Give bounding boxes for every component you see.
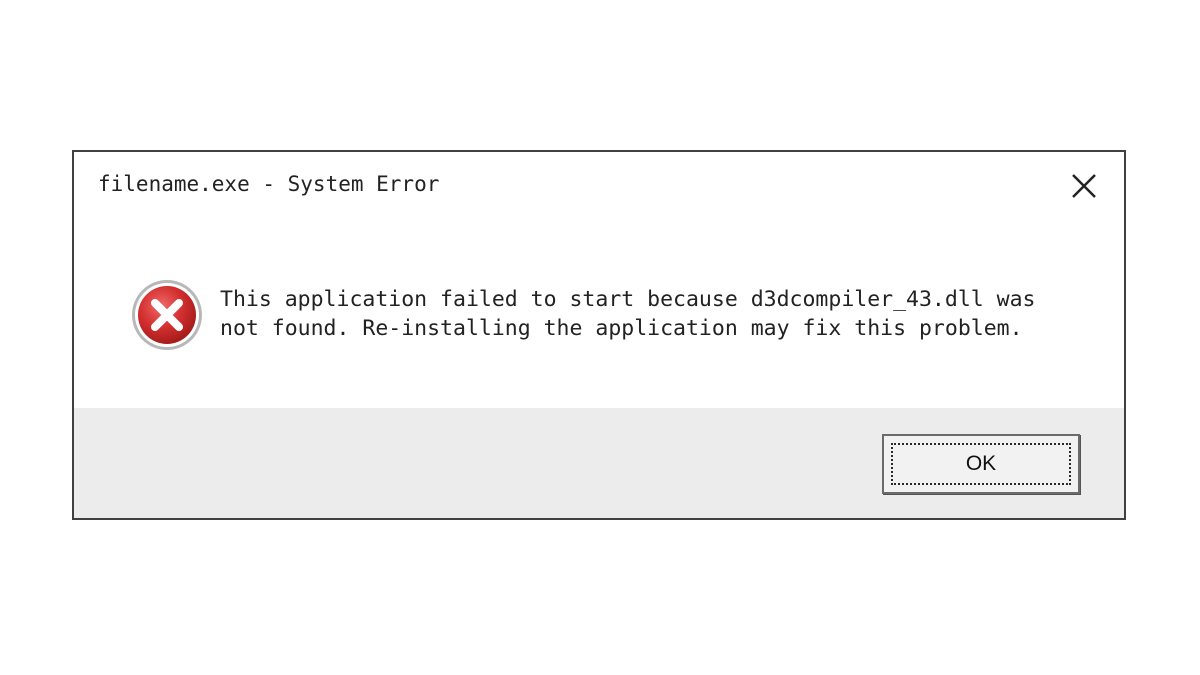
error-message: This application failed to start because… [220, 285, 1035, 343]
message-line: This application failed to start because… [220, 287, 1036, 312]
dialog-title: filename.exe - System Error [98, 172, 440, 196]
error-x-icon [130, 278, 204, 352]
error-dialog: filename.exe - System Error This applica… [72, 150, 1126, 520]
close-button[interactable] [1066, 168, 1102, 204]
ok-button-label: OK [965, 452, 997, 475]
ok-button[interactable]: OK [882, 434, 1080, 494]
focus-rectangle: OK [891, 443, 1071, 485]
dialog-footer: OK [74, 408, 1124, 518]
title-bar: filename.exe - System Error [74, 152, 1124, 222]
message-line: not found. Re-installing the application… [220, 316, 1023, 341]
close-icon [1072, 174, 1096, 198]
